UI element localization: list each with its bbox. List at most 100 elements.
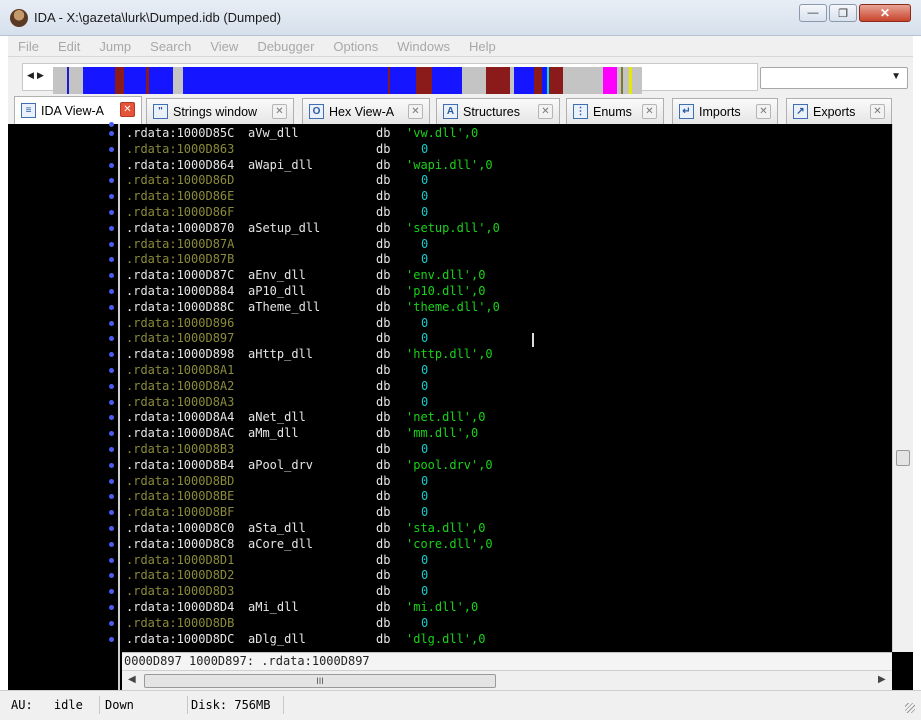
tab-label: Exports: [813, 104, 856, 119]
scroll-right-icon[interactable]: ▶: [878, 674, 886, 685]
label-name[interactable]: aMi_dll: [248, 599, 299, 615]
string-operand[interactable]: 'wapi.dll': [406, 157, 478, 173]
breakpoint-dot-icon: [109, 526, 114, 531]
mnemonic: db: [376, 378, 391, 393]
close-tab-icon[interactable]: ✕: [120, 102, 135, 117]
label-name[interactable]: aP10_dll: [248, 283, 306, 299]
label-name[interactable]: aNet_dll: [248, 409, 306, 425]
numeric-operand: 0: [421, 568, 429, 583]
numeric-operand: 0: [421, 584, 429, 599]
string-operand[interactable]: 'mm.dll': [406, 425, 464, 441]
disassembly-view[interactable]: .rdata:1000D85C aVw_dll db'vw.dll' ,0 .rdata…: [8, 122, 913, 690]
numeric-operand: 0: [421, 236, 429, 251]
navigation-strip[interactable]: [53, 67, 753, 94]
scroll-left-icon[interactable]: ◀: [128, 674, 136, 685]
label-name[interactable]: aPool_drv: [248, 457, 313, 473]
label-name[interactable]: aCore_dll: [248, 536, 313, 552]
title-bar: IDA - X:\gazeta\lurk\Dumped.idb (Dumped)…: [0, 0, 921, 36]
string-operand[interactable]: 'p10.dll': [406, 283, 471, 299]
close-tab-icon[interactable]: ✕: [870, 104, 885, 119]
menu-jump[interactable]: Jump: [99, 39, 131, 54]
horizontal-scrollbar[interactable]: ◀ III ▶: [122, 670, 892, 690]
mnemonic: db: [376, 584, 391, 599]
vertical-scrollbar[interactable]: [892, 124, 913, 652]
disassembly-listing[interactable]: .rdata:1000D85C aVw_dll db'vw.dll' ,0 .rdata…: [124, 124, 891, 652]
ida-app-icon: [10, 9, 28, 27]
nav-segment: [632, 67, 642, 94]
horizontal-scroll-thumb[interactable]: III: [144, 674, 496, 688]
tab-imports[interactable]: ↵ Imports ✕: [672, 98, 778, 124]
nav-segment: [486, 67, 510, 94]
label-name[interactable]: aSta_dll: [248, 520, 306, 536]
tab-strings-window[interactable]: " Strings window ✕: [146, 98, 294, 124]
string-operand[interactable]: 'sta.dll': [406, 520, 471, 536]
mnemonic: db: [376, 426, 391, 441]
menu-search[interactable]: Search: [150, 39, 191, 54]
window-title: IDA - X:\gazeta\lurk\Dumped.idb (Dumped): [34, 10, 282, 25]
nav-left-arrow-icon[interactable]: ◀: [27, 70, 34, 81]
autoanalysis-status: AU: idle: [8, 696, 100, 714]
tab-enums[interactable]: ⋮ Enums ✕: [566, 98, 664, 124]
terminator-operand: ,0: [478, 457, 493, 472]
string-operand[interactable]: 'env.dll': [406, 267, 471, 283]
string-operand[interactable]: 'net.dll': [406, 409, 471, 425]
close-tab-icon[interactable]: ✕: [272, 104, 287, 119]
tab-structures[interactable]: A Structures ✕: [436, 98, 560, 124]
close-tab-icon[interactable]: ✕: [408, 104, 423, 119]
segment-select[interactable]: ▼: [760, 67, 908, 89]
numeric-operand: 0: [421, 252, 429, 267]
string-operand[interactable]: 'vw.dll': [406, 125, 464, 141]
menu-view[interactable]: View: [210, 39, 238, 54]
menu-options[interactable]: Options: [333, 39, 378, 54]
resize-grip-icon[interactable]: [905, 703, 915, 713]
tab-label: Enums: [593, 104, 632, 119]
navigation-band[interactable]: ◀ ▶: [22, 63, 758, 94]
mnemonic: db: [376, 536, 391, 551]
close-tab-icon[interactable]: ✕: [756, 104, 771, 119]
label-name[interactable]: aMm_dll: [248, 425, 299, 441]
label-name[interactable]: aWapi_dll: [248, 157, 313, 173]
breakpoint-dot-icon: [109, 146, 114, 152]
label-name[interactable]: aHttp_dll: [248, 346, 313, 362]
label-name[interactable]: aSetup_dll: [248, 220, 320, 236]
string-operand[interactable]: 'mi.dll': [406, 599, 464, 615]
tab-hex-view-a[interactable]: O Hex View-A ✕: [302, 98, 430, 124]
label-name[interactable]: aVw_dll: [248, 125, 299, 141]
close-tab-icon[interactable]: ✕: [538, 104, 553, 119]
string-operand[interactable]: 'dlg.dll': [406, 631, 471, 647]
minimize-button[interactable]: —: [799, 4, 827, 22]
close-tab-icon[interactable]: ✕: [642, 104, 657, 119]
tab-ida-view-a[interactable]: ≡ IDA View-A ✕: [14, 96, 142, 124]
address: .rdata:1000D8B3: [126, 442, 235, 456]
imports-icon: ↵: [679, 104, 694, 119]
string-operand[interactable]: 'pool.drv': [406, 457, 478, 473]
mnemonic: db: [376, 363, 391, 377]
menu-windows[interactable]: Windows: [397, 39, 450, 54]
menu-file[interactable]: File: [18, 39, 39, 54]
terminator-operand: ,0: [463, 126, 479, 140]
breakpoint-dot-icon: [109, 352, 114, 358]
gutter-divider[interactable]: [118, 124, 120, 690]
menu-edit[interactable]: Edit: [58, 39, 80, 54]
menu-help[interactable]: Help: [469, 39, 496, 54]
maximize-button[interactable]: ❐: [829, 4, 857, 22]
string-operand[interactable]: 'theme.dll': [406, 299, 485, 315]
string-operand[interactable]: 'core.dll': [406, 536, 478, 552]
label-name[interactable]: aTheme_dll: [248, 299, 320, 315]
label-name[interactable]: aDlg_dll: [248, 631, 306, 647]
terminator-operand: ,0: [463, 426, 479, 441]
label-name[interactable]: aEnv_dll: [248, 267, 306, 283]
close-window-button[interactable]: ✕: [859, 4, 911, 22]
tab-label: Hex View-A: [329, 104, 395, 119]
mnemonic: db: [376, 615, 391, 630]
address: .rdata:1000D8BE: [126, 489, 235, 504]
address: .rdata:1000D87A: [126, 236, 235, 251]
tab-exports[interactable]: ↗ Exports ✕: [786, 98, 892, 124]
string-operand[interactable]: 'http.dll': [406, 346, 478, 362]
structures-icon: A: [443, 104, 458, 119]
string-operand[interactable]: 'setup.dll': [406, 220, 485, 236]
menu-debugger[interactable]: Debugger: [257, 39, 314, 54]
vertical-scroll-thumb[interactable]: [896, 450, 910, 466]
toolbar: ◀ ▶ ▼: [8, 56, 913, 94]
breakpoint-dot-icon: [109, 225, 114, 231]
